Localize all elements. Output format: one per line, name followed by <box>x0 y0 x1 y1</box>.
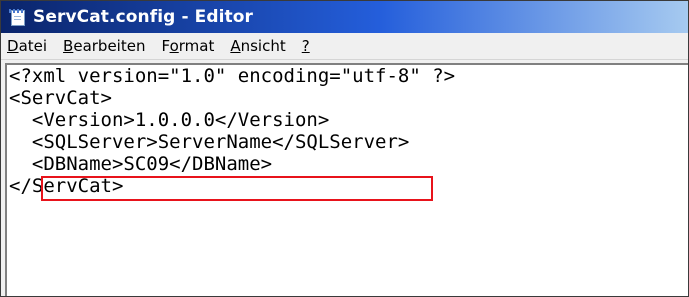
menu-ansicht[interactable]: Ansicht <box>222 37 293 55</box>
menu-datei-rest: atei <box>18 37 48 55</box>
menu-datei-mnemonic: D <box>7 37 19 55</box>
notepad-icon[interactable] <box>9 9 25 26</box>
window-title: ServCat.config - Editor <box>33 7 254 27</box>
menu-help[interactable]: ? <box>294 37 318 55</box>
code-line-4-sqlserver: <SQLServer>ServerName</SQLServer> <box>9 131 410 153</box>
menu-bearbeiten-mnemonic: B <box>63 37 74 55</box>
title-bar[interactable]: ServCat.config - Editor <box>1 1 688 33</box>
notepad-window: ServCat.config - Editor Datei Bearbeiten… <box>0 0 689 297</box>
menu-ansicht-mnemonic: A <box>230 37 241 55</box>
menu-format-pre: F <box>161 37 170 55</box>
menu-format-mnemonic: o <box>169 37 179 55</box>
code-line-2: <ServCat> <box>9 87 112 109</box>
menu-format[interactable]: Format <box>153 37 222 55</box>
menu-datei[interactable]: Datei <box>1 37 55 55</box>
menu-ansicht-rest: nsicht <box>240 37 286 55</box>
menu-help-mnemonic: ? <box>301 37 310 55</box>
menu-bar: Datei Bearbeiten Format Ansicht ? <box>1 33 688 60</box>
sqlserver-highlight-box <box>41 176 433 201</box>
code-line-1: <?xml version="1.0" encoding="utf-8" ?> <box>9 65 456 87</box>
code-line-5: <DBName>SC09</DBName> <box>9 153 273 175</box>
code-line-3: <Version>1.0.0.0</Version> <box>9 109 330 131</box>
menu-bearbeiten-rest: earbeiten <box>73 37 146 55</box>
menu-bearbeiten[interactable]: Bearbeiten <box>55 37 153 55</box>
menu-format-rest: rmat <box>178 37 215 55</box>
